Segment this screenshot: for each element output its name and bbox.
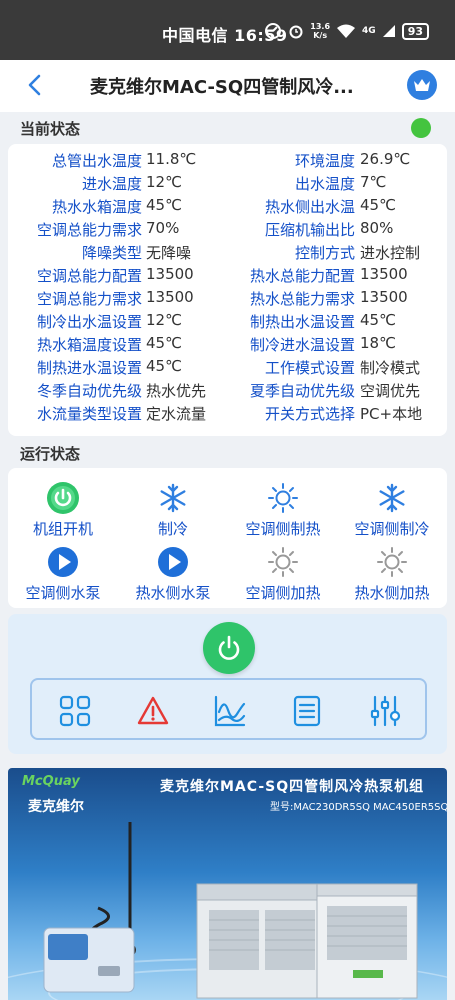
status-row: 进水温度 12℃ 出水温度 7℃ — [81, 173, 387, 193]
run-item-ac-heater: 空调侧加热 — [228, 544, 338, 603]
status-row: 空调总能力配置 13500 热水总能力配置 13500 — [36, 265, 408, 285]
run-item-ac-cooling: 空调侧制冷 — [337, 480, 447, 539]
wifi-icon — [337, 24, 356, 38]
alarm-clock-icon — [289, 25, 303, 39]
pump-icon — [155, 544, 191, 580]
trend-chart-icon[interactable] — [213, 694, 247, 728]
system-status-bar: 中国电信 16:59 13.6 K/s 4G 93 — [0, 0, 455, 60]
product-banner: McQuay 麦克维尔 麦克维尔MAC-SQ四管制风冷热泵机组 型号:MAC23… — [8, 768, 447, 1000]
crown-button[interactable] — [407, 70, 437, 100]
banner-model: 型号:MAC230DR5SQ MAC450ER5SQ — [270, 802, 447, 813]
power-button[interactable] — [203, 622, 255, 674]
heat-pump-unit-image — [316, 883, 418, 999]
chevron-left-icon[interactable] — [22, 72, 48, 98]
snowflake-icon — [155, 480, 191, 516]
run-item-cooling: 制冷 — [118, 480, 228, 539]
status-row: 降噪类型 无降噪 控制方式 进水控制 — [81, 244, 421, 262]
list-icon[interactable] — [290, 694, 324, 728]
grid-icon[interactable] — [58, 694, 92, 728]
status-icons: 13.6 K/s 4G 93 — [264, 22, 429, 40]
sliders-icon[interactable] — [368, 694, 402, 728]
status-row: 制冷出水温设置 12℃ 制热出水温设置 45℃ — [36, 311, 396, 331]
status-row: 制热进水温设置 45℃ 工作模式设置 制冷模式 — [36, 357, 421, 377]
run-item-hot-water-pump: 热水侧水泵 — [118, 544, 228, 603]
alarm-icon[interactable] — [136, 694, 170, 728]
brand-logo: McQuay — [22, 774, 80, 789]
heater-icon — [265, 544, 301, 580]
control-panel — [8, 614, 447, 754]
current-status-heading: 当前状态 — [20, 120, 81, 138]
running-status-heading: 运行状态 — [20, 445, 81, 463]
status-row: 热水水箱温度 45℃ 热水侧出水温 45℃ — [51, 196, 396, 216]
network-speed: 13.6 K/s — [310, 22, 331, 40]
page-title: 麦克维尔MAC-SQ四管制风冷... — [90, 77, 354, 98]
sun-icon — [265, 480, 301, 516]
status-row: 空调总能力需求 13500 热水总能力需求 13500 — [36, 288, 408, 308]
status-row: 空调总能力需求 70% 压缩机输出比 80% — [36, 219, 394, 239]
crown-icon — [414, 79, 430, 91]
run-item-unit-on: 机组开机 — [8, 480, 118, 539]
current-status-card: 总管出水温度 11.8℃ 环境温度 26.9℃ 进水温度 12℃ 出水温度 7℃ 热水水箱温… — [8, 144, 447, 436]
running-status-card: 机组开机 制冷 空调侧制热 空调侧制冷 空调侧水泵 热水侧水泵 空调侧加热 热水… — [8, 468, 447, 608]
run-item-ac-pump: 空调侧水泵 — [8, 544, 118, 603]
online-status-indicator — [411, 118, 431, 138]
status-row: 热水箱温度设置 45℃ 制冷进水温设置 18℃ — [36, 334, 396, 354]
status-row: 总管出水温度 11.8℃ 环境温度 26.9℃ — [51, 150, 411, 170]
brand-logo-cn: 麦克维尔 — [28, 799, 84, 815]
signal-label: 4G — [362, 26, 376, 36]
signal-icon — [382, 25, 395, 37]
gateway-device-image — [43, 822, 136, 993]
snowflake-icon — [374, 480, 410, 516]
nav-bar: 麦克维尔MAC-SQ四管制风冷... — [0, 60, 455, 112]
banner-title: 麦克维尔MAC-SQ四管制风冷热泵机组 — [160, 779, 425, 795]
battery-indicator: 93 — [401, 22, 429, 40]
toolbar — [30, 678, 427, 740]
pump-icon — [45, 544, 81, 580]
run-item-hot-water-heater: 热水侧加热 — [337, 544, 447, 603]
status-row: 水流量类型设置 定水流量 开关方式选择 PC+本地 — [36, 405, 423, 423]
heat-pump-unit-image — [196, 883, 328, 999]
data-saver-icon — [265, 23, 282, 39]
status-row: 冬季自动优先级 热水优先 夏季自动优先级 空调优先 — [36, 382, 421, 400]
heater-icon — [374, 544, 410, 580]
power-on-icon — [45, 480, 81, 516]
run-item-ac-heating: 空调侧制热 — [228, 480, 338, 539]
power-icon — [218, 635, 240, 660]
